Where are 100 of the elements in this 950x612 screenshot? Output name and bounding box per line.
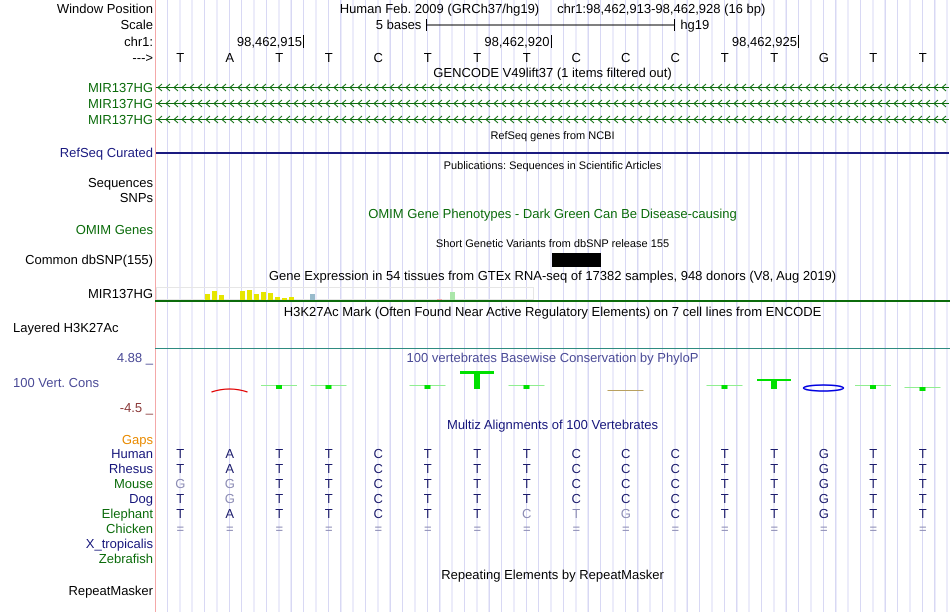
base-letter: T bbox=[918, 50, 927, 65]
track-label[interactable]: RefSeq Curated bbox=[60, 145, 153, 160]
aligned-base: T bbox=[918, 461, 927, 476]
aligned-base: G bbox=[818, 506, 829, 521]
track-label[interactable]: MIR137HG bbox=[88, 96, 153, 110]
track-label[interactable]: Elephant bbox=[102, 506, 153, 521]
base-letter: T bbox=[869, 50, 878, 65]
track-label[interactable]: Zebrafish bbox=[98, 551, 153, 566]
aligned-base: G bbox=[818, 491, 829, 506]
aligned-base: C bbox=[522, 506, 532, 521]
aligned-base: T bbox=[918, 491, 927, 506]
aligned-base: G bbox=[224, 476, 235, 491]
aligned-base: = bbox=[622, 521, 630, 536]
gene-feature[interactable] bbox=[156, 82, 949, 92]
position-range[interactable]: chr1:98,462,913-98,462,928 (16 bp) bbox=[557, 0, 766, 16]
aligned-base: T bbox=[473, 491, 482, 506]
aligned-base: = bbox=[572, 521, 580, 536]
track-title: OMIM Gene Phenotypes - Dark Green Can Be Disease-causing bbox=[368, 206, 737, 221]
ruler-tick: 98,462,925 bbox=[732, 35, 799, 48]
track-label[interactable]: RepeatMasker bbox=[68, 583, 153, 598]
aligned-base: T bbox=[275, 506, 284, 521]
aligned-base: T bbox=[424, 491, 432, 506]
track-label[interactable]: Layered H3K27Ac bbox=[13, 320, 119, 335]
aligned-base: = bbox=[820, 521, 828, 536]
base-letter: T bbox=[720, 50, 729, 65]
aligned-base: C bbox=[621, 491, 630, 506]
track-label[interactable]: 100 Vert. Cons bbox=[13, 375, 99, 390]
track-label[interactable]: MIR137HG bbox=[88, 286, 153, 300]
aligned-base: T bbox=[869, 491, 878, 506]
assembly-name: Human Feb. 2009 (GRCh37/hg19) bbox=[340, 0, 540, 16]
track-label[interactable]: Dog bbox=[129, 491, 153, 506]
track-label[interactable]: MIR137HG bbox=[88, 112, 153, 126]
aligned-base: G bbox=[620, 506, 631, 521]
track-title: Short Genetic Variants from dbSNP release 155 bbox=[436, 236, 670, 252]
aligned-base: T bbox=[770, 491, 778, 506]
aligned-base: T bbox=[918, 506, 927, 521]
aligned-base: T bbox=[522, 491, 531, 506]
gene-feature-line[interactable] bbox=[156, 152, 949, 154]
row-label: ---> bbox=[132, 50, 153, 65]
aligned-base: G bbox=[175, 476, 186, 491]
base-letter: C bbox=[572, 50, 581, 65]
aligned-base: C bbox=[572, 446, 581, 461]
track-title: 100 vertebrates Basewise Conservation by PhyloP bbox=[406, 350, 698, 365]
track-label[interactable]: X_tropicalis bbox=[86, 536, 153, 551]
base-letter: T bbox=[324, 50, 333, 65]
aligned-base: C bbox=[374, 506, 383, 521]
aligned-base: T bbox=[424, 506, 432, 521]
aligned-base: T bbox=[324, 476, 333, 491]
track-label[interactable]: Chicken bbox=[106, 521, 153, 536]
aligned-base: = bbox=[176, 521, 184, 536]
aligned-base: T bbox=[720, 506, 729, 521]
aligned-base: G bbox=[818, 461, 829, 476]
aligned-base: T bbox=[720, 476, 729, 491]
aligned-base: T bbox=[720, 446, 729, 461]
aligned-base: T bbox=[473, 461, 482, 476]
aligned-base: T bbox=[176, 446, 184, 461]
aligned-base: T bbox=[473, 446, 482, 461]
aligned-base: C bbox=[572, 476, 581, 491]
aligned-base: C bbox=[374, 446, 383, 461]
gene-feature[interactable] bbox=[156, 114, 949, 124]
track-label[interactable]: Mouse bbox=[114, 476, 153, 491]
track-label[interactable]: OMIM Genes bbox=[76, 222, 153, 237]
aligned-base: T bbox=[324, 491, 333, 506]
track-label[interactable]: SNPs bbox=[120, 190, 153, 205]
aligned-base: T bbox=[473, 506, 482, 521]
track-label[interactable]: Human bbox=[111, 446, 153, 461]
gene-feature[interactable] bbox=[156, 98, 949, 108]
aligned-base: C bbox=[670, 476, 680, 491]
aligned-base: C bbox=[670, 446, 680, 461]
aligned-base: T bbox=[522, 476, 531, 491]
aligned-base: = bbox=[869, 521, 878, 536]
aligned-base: A bbox=[225, 446, 234, 461]
aligned-base: T bbox=[473, 476, 482, 491]
axis-min-label: -4.5 _ bbox=[120, 400, 153, 415]
variant-mark[interactable] bbox=[552, 252, 601, 266]
aligned-base: C bbox=[572, 461, 581, 476]
track-label[interactable]: MIR137HG bbox=[88, 80, 153, 94]
aligned-base: C bbox=[374, 491, 383, 506]
aligned-base: T bbox=[424, 476, 432, 491]
aligned-base: T bbox=[176, 461, 184, 476]
base-letter: A bbox=[225, 50, 234, 65]
aligned-base: T bbox=[424, 446, 432, 461]
aligned-base: T bbox=[572, 506, 580, 521]
row-label: Window Position bbox=[56, 0, 153, 16]
aligned-base: T bbox=[869, 446, 878, 461]
aligned-base: C bbox=[374, 476, 383, 491]
track-label[interactable]: Common dbSNP(155) bbox=[25, 252, 153, 267]
aligned-base: A bbox=[225, 506, 234, 521]
track-title: RefSeq genes from NCBI bbox=[490, 128, 615, 144]
track-label[interactable]: Rhesus bbox=[108, 461, 153, 476]
track-title: Repeating Elements by RepeatMasker bbox=[441, 567, 664, 582]
aligned-base: C bbox=[670, 491, 680, 506]
aligned-base: C bbox=[670, 461, 680, 476]
track-title: Publications: Sequences in Scientific Articles bbox=[444, 158, 662, 174]
track-title: H3K27Ac Mark (Often Found Near Active Regulatory Elements) on 7 cell lines from ENCODE bbox=[284, 304, 822, 318]
assembly-label: hg19 bbox=[680, 17, 710, 32]
track-label[interactable]: Sequences bbox=[88, 175, 153, 190]
aligned-base: G bbox=[818, 476, 829, 491]
ruler-tick: 98,462,915 bbox=[236, 35, 304, 48]
base-letter: C bbox=[374, 50, 383, 65]
